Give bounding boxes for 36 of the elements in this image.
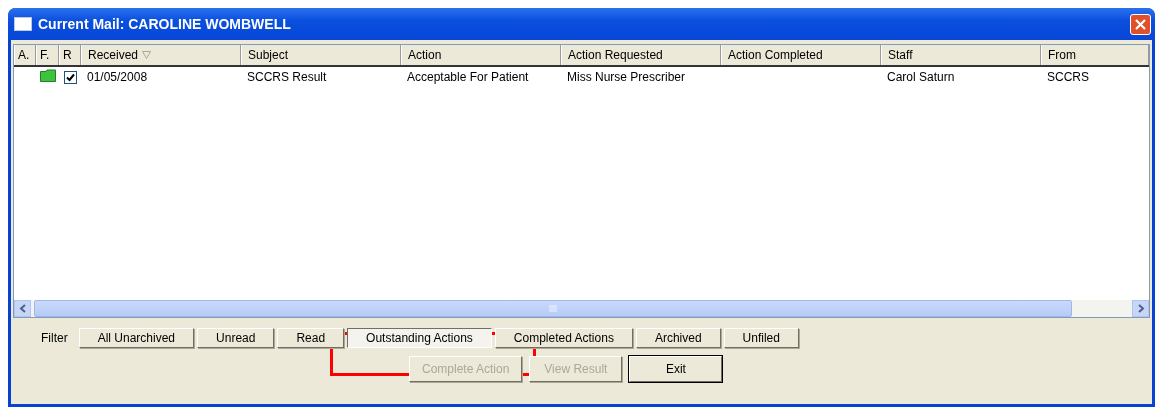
column-header[interactable]: R	[59, 45, 81, 65]
window-title: Current Mail: CAROLINE WOMBWELL	[38, 16, 292, 32]
mail-row[interactable]: 01/05/2008 SCCRS Result Acceptable For Patient Miss Nurse Prescriber Carol Saturn SCCRS	[14, 67, 1149, 87]
close-icon	[1134, 17, 1147, 31]
action-button[interactable]: Exit	[629, 356, 723, 382]
table-cell: SCCRS	[1047, 70, 1089, 84]
scroll-left-button[interactable]	[14, 300, 31, 317]
grip-icon	[549, 305, 557, 312]
table-cell: 01/05/2008	[87, 70, 148, 84]
window-icon	[14, 17, 32, 31]
column-header[interactable]: Subject	[241, 45, 401, 65]
scroll-right-button[interactable]	[1132, 300, 1149, 317]
filter-button[interactable]: Read	[277, 328, 345, 348]
read-checkbox[interactable]	[63, 70, 77, 84]
table-cell: Carol Saturn	[887, 70, 955, 84]
table-cell: Acceptable For Patient	[407, 70, 529, 84]
column-header[interactable]: Action Requested	[561, 45, 721, 65]
chevron-left-icon	[18, 304, 27, 313]
close-button[interactable]	[1130, 13, 1151, 35]
filter-button[interactable]: Outstanding Actions	[347, 328, 492, 348]
filter-button[interactable]: Completed Actions	[494, 328, 633, 348]
column-header[interactable]: Action Completed	[721, 45, 881, 65]
table-cell: Miss Nurse Prescriber	[567, 70, 686, 84]
column-header[interactable]: A.	[14, 45, 36, 65]
table-cell: SCCRS Result	[247, 70, 327, 84]
filter-button[interactable]: All Unarchived	[78, 328, 195, 348]
column-header[interactable]: Action	[401, 45, 561, 65]
chevron-right-icon	[1136, 304, 1145, 313]
filter-button[interactable]: Archived	[635, 328, 721, 348]
filter-button[interactable]: Unread	[197, 328, 275, 348]
column-header[interactable]: Staff	[881, 45, 1041, 65]
filter-label: Filter	[41, 331, 68, 345]
column-header[interactable]: Received	[81, 45, 241, 65]
column-header[interactable]: F.	[36, 45, 59, 65]
filter-button[interactable]: Unfiled	[723, 328, 799, 348]
column-header[interactable]: From	[1041, 45, 1149, 65]
